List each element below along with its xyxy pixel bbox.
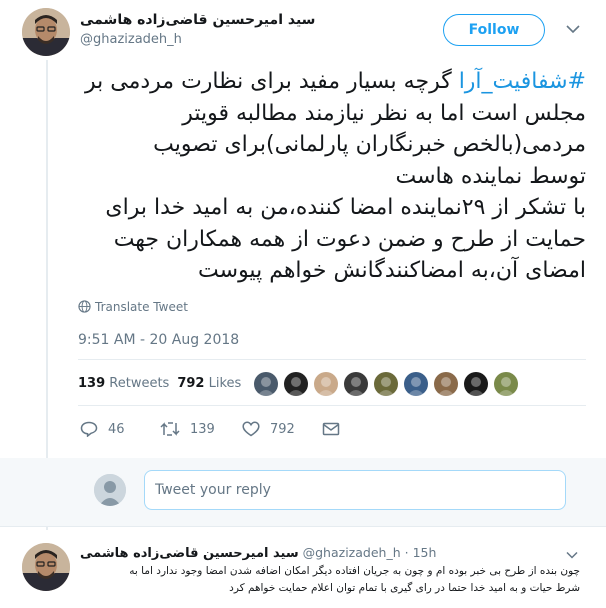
tweet-text-segment: گرچه بسیار مفید برای نظارت مردمی بر (85, 69, 459, 94)
tweet-text-line: حمایت از طرح و ضمن دعوت از همه همکاران ج… (74, 224, 586, 256)
reply-author-handle[interactable]: @ghazizadeh_h (303, 545, 401, 560)
reply-author-name[interactable]: سید امیرحسین قاضی‌زاده هاشمی (80, 546, 299, 561)
liker-avatar[interactable] (254, 372, 278, 396)
tweet-text-line: مردمی(بالخص خبرنگاران پارلمانی)برای تصوی… (74, 129, 586, 161)
tweet-text-segment: حمایت از طرح و ضمن دعوت از همه همکاران ج… (113, 226, 586, 252)
tweet-text-line: امضای آن،به امضاکنندگانش خواهم پیوست (74, 255, 586, 287)
author-handle[interactable]: @ghazizadeh_h (80, 32, 182, 47)
liker-avatar[interactable] (494, 372, 518, 396)
reply-input[interactable] (144, 470, 566, 510)
liker-avatar[interactable] (464, 372, 488, 396)
retweets-count: 139 (78, 376, 106, 391)
reply-author-avatar[interactable] (22, 543, 70, 591)
liker-avatar[interactable] (314, 372, 338, 396)
author-name[interactable]: سید امیرحسین قاضی‌زاده هاشمی (80, 12, 315, 28)
retweet-icon (160, 422, 180, 436)
retweets-stat[interactable]: 139 Retweets (78, 376, 169, 391)
retweets-label: Retweets (109, 376, 170, 391)
reply-text-line: شرط حیات و به امید خدا حتما در رای گیری … (229, 582, 580, 594)
follow-button[interactable]: Follow (443, 14, 545, 46)
reply-count: 46 (108, 422, 125, 437)
likes-count: 792 (177, 376, 205, 391)
liker-avatar[interactable] (344, 372, 368, 396)
globe-icon (78, 300, 91, 313)
translate-tweet-link[interactable]: Translate Tweet (78, 300, 188, 314)
tweet-text: #شفافیت_آرا گرچه بسیار مفید برای نظارت م… (74, 66, 586, 287)
likes-label: Likes (208, 376, 242, 391)
tweet-text-line: توسط نماینده هاست (74, 161, 586, 193)
reply-timestamp[interactable]: · 15h (405, 545, 437, 560)
like-count: 792 (270, 422, 295, 437)
divider (78, 359, 586, 360)
tweet-text-segment: امضای آن،به امضاکنندگانش خواهم پیوست (198, 258, 586, 283)
tweet-text-segment: با تشکر از ۲۹نماینده امضا کننده،من به ام… (105, 195, 586, 220)
likes-stat[interactable]: 792 Likes (177, 376, 241, 391)
liker-avatar[interactable] (284, 372, 308, 396)
like-action[interactable]: 792 (242, 421, 295, 441)
tweet-text-segment: مردمی(بالخص خبرنگاران پارلمانی)برای تصوی… (153, 132, 586, 157)
tweet-timestamp[interactable]: 9:51 AM - 20 Aug 2018 (78, 332, 239, 348)
engagement-stats: 139 Retweets 792 Likes (78, 376, 241, 391)
retweet-action[interactable]: 139 (160, 421, 215, 441)
liker-avatar[interactable] (434, 372, 458, 396)
current-user-avatar (94, 474, 126, 506)
reply-action[interactable]: 46 (80, 421, 125, 441)
liker-avatar[interactable] (404, 372, 428, 396)
divider (78, 405, 586, 406)
envelope-icon (322, 422, 340, 436)
chevron-down-icon[interactable] (566, 24, 580, 34)
divider (0, 526, 606, 527)
chevron-down-icon[interactable] (566, 551, 578, 559)
heart-icon (242, 421, 260, 437)
reply-text-line: چون بنده از طرح بی خبر بوده ام و چون به … (129, 565, 580, 577)
tweet-text-line: با تشکر از ۲۹نماینده امضا کننده،من به ام… (74, 192, 586, 224)
tweet-text-line: مجلس است اما به نظر نیازمند مطالبه قویتر (74, 98, 586, 130)
tweet-text-line: #شفافیت_آرا گرچه بسیار مفید برای نظارت م… (74, 66, 586, 98)
author-avatar[interactable] (22, 8, 70, 56)
reply-tweet-header: سید امیرحسین قاضی‌زاده هاشمی @ghazizadeh… (80, 545, 576, 561)
tweet-card: سید امیرحسین قاضی‌زاده هاشمی @ghazizadeh… (0, 0, 606, 608)
liker-avatar[interactable] (374, 372, 398, 396)
retweet-count: 139 (190, 422, 215, 437)
reply-icon (80, 421, 98, 437)
hashtag-link[interactable]: #شفافیت_آرا (459, 69, 586, 94)
direct-message-action[interactable] (322, 421, 350, 441)
tweet-text-segment: توسط نماینده هاست (395, 163, 586, 189)
translate-tweet-label: Translate Tweet (95, 300, 188, 314)
tweet-text-segment: مجلس است اما به نظر نیازمند مطالبه قویتر (182, 100, 586, 126)
reply-tweet-text: چون بنده از طرح بی خبر بوده ام و چون به … (80, 563, 580, 597)
